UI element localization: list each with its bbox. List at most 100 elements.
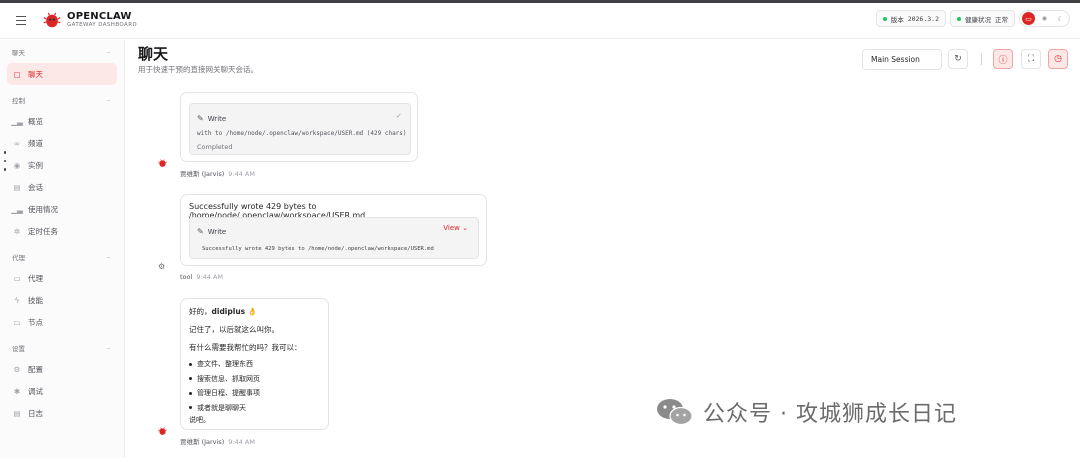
tool-result-message: Successfully wrote 429 bytes to /home/no…: [180, 194, 487, 266]
sidebar-item-label: 频道: [28, 138, 43, 148]
document-icon: ▤: [13, 182, 21, 192]
history-icon[interactable]: ◷: [1048, 49, 1068, 69]
tool-status: Completed: [197, 143, 233, 151]
version-value: 2026.3.2: [907, 14, 939, 23]
view-output-link[interactable]: View ⌄: [443, 224, 468, 232]
refresh-icon[interactable]: ↻: [948, 49, 968, 69]
link-icon: ∞: [13, 138, 21, 148]
brand-subtitle: GATEWAY DASHBOARD: [67, 22, 138, 29]
menu-toggle-icon[interactable]: [16, 15, 32, 27]
edit-icon: ✎: [197, 227, 204, 236]
theme-dark-icon[interactable]: ☾: [1054, 12, 1067, 25]
chevron-icon: –: [107, 253, 110, 261]
tool-card[interactable]: ✎ Write ✓ with to /home/node/.openclaw/w…: [189, 103, 411, 155]
session-select[interactable]: Main Session: [862, 49, 942, 70]
gear-icon: ⚙: [13, 364, 21, 374]
sidebar-item-sessions[interactable]: ▤ 会话: [0, 176, 124, 198]
section-title: 设置: [12, 345, 25, 353]
ok-hand-emoji-icon: 👌: [247, 307, 257, 316]
message-meta: tool 9:44 AM: [180, 273, 223, 281]
assistant-avatar-icon: [158, 427, 167, 435]
sidebar-item-label: 使用情况: [28, 204, 58, 214]
brand-name: OPENCLAW: [67, 11, 132, 23]
sidebar-item-label: 日志: [28, 408, 43, 418]
message-meta: 贾维斯 (Jarvis) 9:44 AM: [180, 436, 255, 446]
sidebar-item-nodes[interactable]: ▭ 节点: [0, 311, 124, 333]
tool-card-header: ✎ Write: [197, 114, 226, 123]
sidebar-item-label: 会话: [28, 182, 43, 192]
section-title: 聊天: [12, 49, 25, 57]
list-item: 查文件、整理东西: [189, 357, 260, 372]
theme-system-icon[interactable]: ▭: [1022, 12, 1035, 25]
sidebar-section-control[interactable]: 控制 –: [0, 94, 124, 106]
theme-light-icon[interactable]: ✹: [1038, 12, 1051, 25]
log-icon: ▤: [13, 408, 21, 418]
sidebar-item-skills[interactable]: ϟ 技能: [0, 289, 124, 311]
tool-output: Successfully wrote 429 bytes to /home/no…: [202, 246, 434, 252]
lightning-icon: ϟ: [14, 295, 20, 305]
sidebar-section-chat[interactable]: 聊天 –: [0, 46, 124, 58]
list-item-text: 查文件、整理东西: [197, 360, 253, 369]
status-dot-icon: [957, 16, 961, 21]
message-time: 9:44 AM: [196, 273, 224, 281]
sidebar-item-label: 调试: [28, 386, 43, 396]
sender-name: 贾维斯 (Jarvis): [180, 438, 225, 446]
sidebar-item-label: 节点: [28, 317, 43, 327]
watermark: 公众号 · 攻城狮成长日记: [655, 396, 957, 428]
focus-mode-icon[interactable]: ⛶: [1021, 49, 1041, 69]
openclaw-logo-icon: [43, 12, 61, 27]
sidebar-item-config[interactable]: ⚙ 配置: [0, 358, 124, 380]
health-label: 健康状况: [965, 15, 991, 24]
greeting-name: didiplus: [211, 307, 246, 316]
capability-list: 查文件、整理东西 搜索信息、抓取网页 管理日程、提醒事项 或者就是聊聊天: [189, 357, 260, 415]
sidebar-section-settings[interactable]: 设置 –: [0, 342, 124, 354]
bug-icon: ✱: [13, 386, 21, 396]
tool-name: Write: [207, 114, 227, 123]
list-item: 或者就是聊聊天: [189, 401, 260, 416]
wechat-logo-icon: [657, 399, 693, 426]
list-item: 搜索信息、抓取网页: [189, 372, 260, 387]
sidebar-item-cron[interactable]: ✲ 定时任务: [0, 220, 124, 242]
section-title: 控制: [12, 97, 25, 105]
sidebar-item-overview[interactable]: ▁▃ 概览: [0, 110, 124, 132]
brand: OPENCLAW GATEWAY DASHBOARD: [67, 12, 137, 29]
theme-switcher: ▭ ✹ ☾: [1019, 10, 1070, 27]
sidebar-item-label: 实例: [28, 160, 43, 170]
check-icon: ✓: [396, 112, 402, 120]
sidebar-item-usage[interactable]: ▁▃ 使用情况: [0, 198, 124, 220]
message-line: 有什么需要我帮忙的吗？我可以：: [189, 343, 302, 352]
edit-icon: ✎: [197, 114, 204, 123]
page-title: 聊天: [138, 45, 169, 63]
sidebar-item-agents[interactable]: ▭ 代理: [0, 267, 124, 289]
sidebar-item-label: 配置: [28, 364, 43, 374]
tool-avatar-gear-icon: ⚙: [158, 262, 166, 271]
sidebar-section-agents[interactable]: 代理 –: [0, 251, 124, 263]
section-title: 代理: [12, 254, 25, 262]
message-meta: 贾维斯 (Jarvis) 9:44 AM: [180, 168, 255, 178]
greeting-line: 好的，didiplus 👌: [189, 306, 257, 317]
list-item-text: 或者就是聊聊天: [197, 403, 246, 412]
chevron-down-icon: ⌄: [462, 224, 468, 232]
sidebar-resize-handle[interactable]: [1, 148, 9, 174]
sidebar-item-instances[interactable]: ◉ 实例: [0, 154, 124, 176]
tool-card[interactable]: ✎ Write View ⌄ Successfully wrote 429 by…: [189, 217, 479, 259]
assistant-tool-message: ✎ Write ✓ with to /home/node/.openclaw/w…: [180, 92, 418, 162]
sidebar-item-debug[interactable]: ✱ 调试: [0, 380, 124, 402]
sidebar-item-chat[interactable]: ▢ 聊天: [7, 63, 117, 85]
tool-args: with to /home/node/.openclaw/workspace/U…: [197, 130, 407, 137]
sender-name: tool: [180, 273, 193, 281]
sidebar-item-label: 技能: [28, 295, 43, 305]
list-item-text: 管理日程、提醒事项: [197, 389, 260, 398]
sidebar-item-label: 聊天: [28, 69, 43, 79]
sidebar-item-logs[interactable]: ▤ 日志: [0, 402, 124, 424]
thinking-toggle-icon[interactable]: ⓘ: [993, 49, 1013, 69]
watermark-text: 公众号 · 攻城狮成长日记: [703, 402, 957, 427]
broadcast-icon: ◉: [13, 160, 21, 170]
version-pill: 版本 2026.3.2: [875, 10, 946, 27]
health-pill: 健康状况 正常: [950, 10, 1015, 27]
sidebar-item-channels[interactable]: ∞ 频道: [0, 132, 124, 154]
view-label: View: [443, 224, 460, 232]
greeting-prefix: 好的，: [189, 307, 212, 316]
health-value: 正常: [995, 15, 1008, 24]
monitor-icon: ▭: [13, 317, 21, 327]
